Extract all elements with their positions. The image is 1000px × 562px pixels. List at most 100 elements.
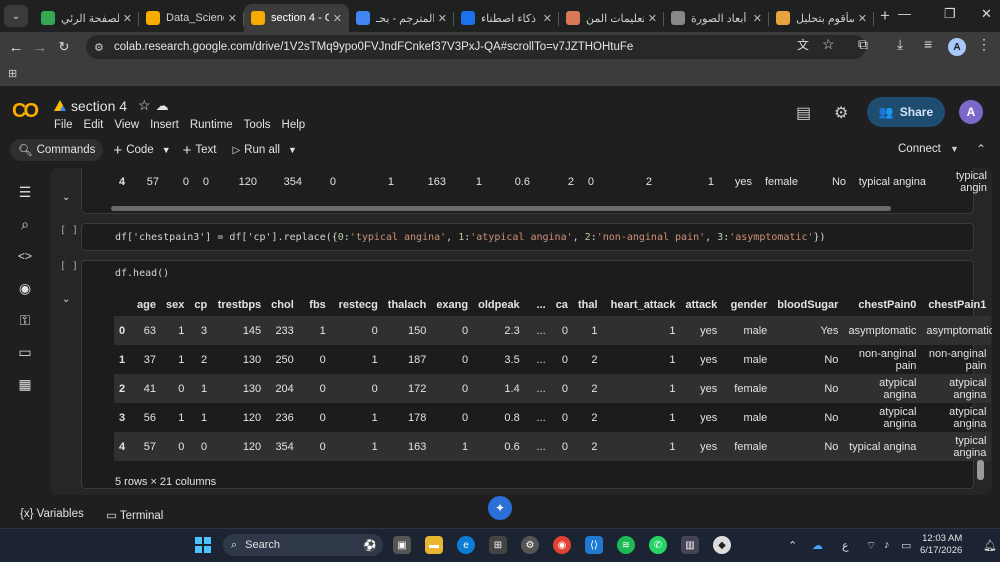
translate-icon[interactable]: 文 [797,36,809,53]
connect-button[interactable]: Connect [898,143,941,155]
taskbar-search[interactable]: ⌕ Search ⚽ [223,534,383,556]
data-table-icon[interactable]: ▦ [15,374,35,394]
menu-item-view[interactable]: View [114,119,139,131]
share-button[interactable]: 👥 Share [867,97,945,127]
cell-run-bracket[interactable]: [ ] [60,225,78,236]
code-snippets-icon[interactable]: <> [15,246,35,266]
file-explorer-icon[interactable]: ▬ [425,536,443,554]
back-icon[interactable]: ← [4,39,28,56]
browser-profile-avatar[interactable]: A [948,38,966,56]
address-bar[interactable]: ⚙ colab.research.google.com/drive/1V2sTM… [86,35,866,59]
user-avatar[interactable]: A [959,100,983,124]
run-all-button[interactable]: ▷ Run all [232,144,280,156]
restore-icon[interactable]: ❐ [944,6,956,22]
run-menu-chevron-icon[interactable]: ▼ [288,145,297,155]
extensions-icon[interactable]: ⧉ [858,36,868,53]
store-icon[interactable]: ⊞ [489,536,507,554]
browser-tab[interactable]: section 4 - C ✕ [244,4,349,32]
menu-item-file[interactable]: File [54,119,73,131]
calculator-icon[interactable]: ▥ [681,536,699,554]
tab-search-icon[interactable]: ⌄ [4,5,28,27]
table-cell: 0 [160,432,190,461]
close-tab-icon[interactable]: ✕ [333,12,342,25]
wifi-icon[interactable]: ⌔ [866,539,876,553]
column-header: gender [730,299,768,311]
colab-logo[interactable]: CO [12,100,39,123]
menu-item-insert[interactable]: Insert [150,119,179,131]
menu-item-tools[interactable]: Tools [244,119,271,131]
reload-icon[interactable]: ↻ [52,39,76,55]
system-clock[interactable]: 12:03 AM 6/17/2026 [920,533,962,557]
settings-icon[interactable]: ⚙ [521,536,539,554]
onedrive-icon[interactable]: ☁ [812,539,823,552]
browser-tab[interactable]: سأقوم بتحليل ✕ [769,4,874,32]
battery-icon[interactable]: ▭ [901,539,911,552]
notifications-icon[interactable]: 🔔︎ [983,539,997,552]
collapse-output-icon[interactable]: ⌄ [62,294,70,305]
menu-item-help[interactable]: Help [282,119,306,131]
volume-icon[interactable]: ♪ [884,539,890,551]
horizontal-scrollbar[interactable] [111,206,891,211]
collapse-output-icon[interactable]: ⌄ [62,192,70,203]
close-tab-icon[interactable]: ✕ [123,12,132,25]
task-view-icon[interactable]: ▣ [393,536,411,554]
menu-item-edit[interactable]: Edit [84,119,104,131]
connect-chevron-icon[interactable]: ▼ [950,144,959,154]
close-tab-icon[interactable]: ✕ [648,12,657,25]
browser-tab[interactable]: ذكاء اصطناء ✕ [454,4,559,32]
star-icon[interactable]: ☆ [138,97,151,114]
browser-tab[interactable]: تعليمات المن ✕ [559,4,664,32]
cell-run-bracket[interactable]: [ ] [60,261,78,272]
app-icon[interactable]: ◆ [713,536,731,554]
browser-menu-icon[interactable]: ⋮ [977,36,991,53]
close-tab-icon[interactable]: ✕ [753,12,762,25]
notebook-title[interactable]: section 4 [71,98,127,114]
secrets-key-icon[interactable]: ⚿ [15,310,35,330]
tab-title: section 4 - C [271,12,329,24]
close-tab-icon[interactable]: ✕ [543,12,552,25]
edge-icon[interactable]: e [457,536,475,554]
close-window-icon[interactable]: ✕ [981,6,992,22]
browser-tab[interactable]: أبعاد الصورة ✕ [664,4,769,32]
forward-icon[interactable]: → [28,39,52,56]
spotify-icon[interactable]: ≋ [617,536,635,554]
gemini-spark-icon[interactable]: ✦ [488,496,512,520]
bookmark-star-icon[interactable]: ☆ [822,36,835,53]
language-indicator[interactable]: ع [842,539,849,552]
settings-gear-icon[interactable]: ⚙ [834,103,848,123]
commands-button[interactable]: 🔍︎ Commands [10,139,104,161]
menu-item-runtime[interactable]: Runtime [190,119,233,131]
add-code-button[interactable]: + Code [113,142,153,159]
add-text-button[interactable]: + Text [183,142,217,159]
variables-inspector-icon[interactable]: ◉ [15,278,35,298]
variables-button[interactable]: {x} Variables [20,508,84,520]
terminal-button[interactable]: ▭ Terminal [106,508,163,522]
vscode-icon[interactable]: ⟨⟩ [585,536,603,554]
tray-overflow-icon[interactable]: ⌃ [788,539,797,552]
close-tab-icon[interactable]: ✕ [438,12,447,25]
toolbar-collapse-icon[interactable]: ⌃ [976,142,986,156]
new-tab-button[interactable]: + [880,6,890,26]
code-cell-replace[interactable]: df['chestpain3'] = df['cp'].replace({0:'… [81,223,974,251]
download-icon[interactable]: ⤓ [897,36,903,53]
vertical-scrollbar[interactable] [977,460,984,480]
close-tab-icon[interactable]: ✕ [858,12,867,25]
site-info-icon[interactable]: ⚙ [94,41,114,54]
media-controls-icon[interactable]: ≡ [924,36,932,52]
comments-icon[interactable]: ▤ [796,103,811,123]
close-tab-icon[interactable]: ✕ [228,12,237,25]
chrome-icon[interactable]: ◉ [553,536,571,554]
menu-bar: File Edit View Insert Runtime Tools Help [54,119,305,131]
files-folder-icon[interactable]: ▭ [15,342,35,362]
windows-start-icon[interactable] [195,537,211,553]
apps-grid-icon[interactable]: ⊞ [8,67,17,80]
table-of-contents-icon[interactable]: ☰ [15,182,35,202]
browser-tab[interactable]: Data_Scienc ✕ [139,4,244,32]
browser-tab[interactable]: الصفحة الرئي ✕ [34,4,139,32]
cloud-sync-icon[interactable]: ☁ [156,98,169,114]
chevron-down-icon[interactable]: ▼ [162,145,171,155]
whatsapp-icon[interactable]: ✆ [649,536,667,554]
minimize-icon[interactable]: — [898,6,911,21]
find-replace-icon[interactable]: ⌕ [15,214,35,234]
browser-tab[interactable]: المترجم - بحـ ✕ [349,4,454,32]
